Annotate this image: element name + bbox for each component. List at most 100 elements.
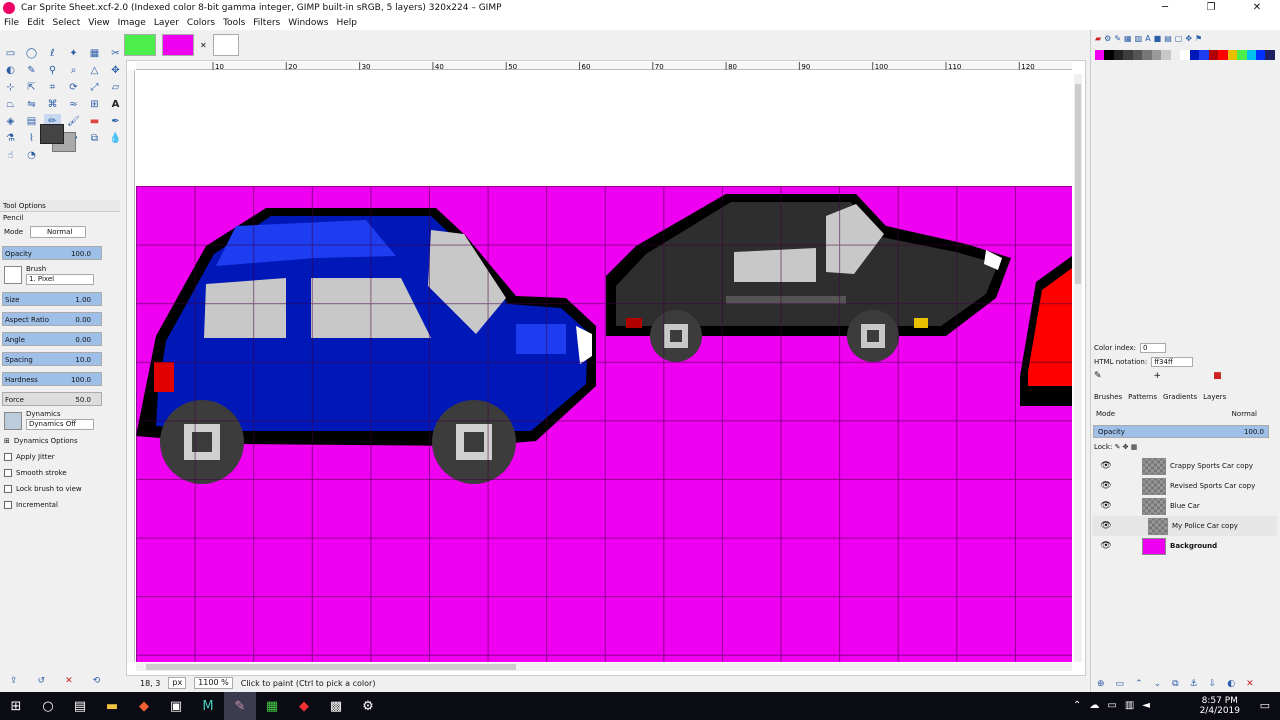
dynamics-field[interactable]: Dynamics Off xyxy=(26,419,94,430)
shear-icon[interactable]: ▱ xyxy=(107,80,124,95)
start-icon[interactable]: ⊞ xyxy=(0,692,32,720)
horizontal-ruler[interactable]: 10 20 30 40 50 60 70 80 90 100 110 120 xyxy=(136,62,1072,71)
save-options-icon[interactable]: ⇪ xyxy=(10,676,18,686)
chevron-up-icon[interactable]: ⌃ xyxy=(1073,700,1081,711)
tab-layers[interactable]: Layers xyxy=(1203,393,1226,401)
delete-layer-icon[interactable]: ✕ xyxy=(1246,679,1254,689)
dynamics-options-expander[interactable]: ⊞ Dynamics Options xyxy=(0,433,120,449)
notifications-icon[interactable]: ▭ xyxy=(1260,699,1270,712)
lock-brush-checkbox[interactable]: Lock brush to view xyxy=(0,481,120,497)
mode-select[interactable]: Normal xyxy=(30,226,86,238)
layers-mode-select[interactable]: Normal xyxy=(1232,410,1257,418)
tab-brushes[interactable]: Brushes xyxy=(1094,393,1122,401)
app2-icon[interactable]: ▩ xyxy=(320,692,352,720)
palette-tab-icon[interactable]: ▤ xyxy=(1164,34,1172,43)
file-explorer-icon[interactable]: ▬ xyxy=(96,692,128,720)
smooth-stroke-checkbox[interactable]: Smooth stroke xyxy=(0,465,120,481)
rect-select-icon[interactable]: ▭ xyxy=(2,46,19,61)
zoom-select[interactable]: 1100 % xyxy=(194,677,233,689)
duplicate-layer-icon[interactable]: ⧉ xyxy=(1172,679,1178,689)
perspective-clone-icon[interactable]: ⧉ xyxy=(86,131,103,146)
pattern-tab-icon[interactable]: ▦ xyxy=(1124,34,1132,43)
unified-transform-icon[interactable]: ⊞ xyxy=(86,97,103,112)
eye-icon[interactable]: 👁 xyxy=(1098,521,1114,531)
force-slider[interactable]: Force 50.0 xyxy=(2,392,102,406)
tab-patterns[interactable]: Patterns xyxy=(1128,393,1157,401)
ellipse-select-icon[interactable]: ◯ xyxy=(23,46,40,61)
layer-row[interactable]: 👁 Revised Sports Car copy xyxy=(1093,476,1277,496)
delete-color-icon[interactable]: ■ xyxy=(1213,371,1222,381)
new-layer-group-icon[interactable]: ▭ xyxy=(1116,679,1125,689)
lock-pixels-icon[interactable]: ✎ xyxy=(1115,443,1121,451)
image-tab-icon[interactable]: ▢ xyxy=(1175,34,1183,43)
angle-slider[interactable]: Angle 0.00 xyxy=(2,332,102,346)
color-select-icon[interactable]: ▦ xyxy=(86,46,103,61)
free-select-icon[interactable]: ℓ xyxy=(44,46,61,61)
color-picker-icon[interactable]: ⚲ xyxy=(44,63,61,78)
eye-icon[interactable]: 👁 xyxy=(1098,501,1114,511)
gimp-taskbar-icon[interactable]: ✎ xyxy=(224,692,256,720)
brush-preview[interactable] xyxy=(4,266,22,284)
unit-select[interactable]: px xyxy=(168,677,187,689)
layer-row[interactable]: 👁 My Police Car copy xyxy=(1093,516,1277,536)
close-button[interactable]: ✕ xyxy=(1234,0,1280,16)
menu-help[interactable]: Help xyxy=(332,18,361,28)
maya-icon[interactable]: M xyxy=(192,692,224,720)
incremental-checkbox[interactable]: Incremental xyxy=(0,497,120,513)
opacity-slider[interactable]: Opacity 100.0 xyxy=(2,246,102,260)
gradient-tab-icon[interactable]: ▨ xyxy=(1135,34,1143,43)
ink-icon[interactable]: ⚗ xyxy=(2,131,19,146)
size-slider[interactable]: Size 1.00 xyxy=(2,292,102,306)
volume-icon[interactable]: ◄ xyxy=(1142,700,1150,711)
image-tab-magenta[interactable] xyxy=(162,34,194,56)
new-layer-icon[interactable]: ⊕ xyxy=(1097,679,1105,689)
move-icon[interactable]: ✥ xyxy=(107,63,124,78)
navigation-tab-icon[interactable]: ✥ xyxy=(1185,34,1192,43)
airbrush-icon[interactable]: ✒ xyxy=(107,114,124,129)
menu-select[interactable]: Select xyxy=(49,18,85,28)
foreground-select-icon[interactable]: ◐ xyxy=(2,63,19,78)
app-icon[interactable]: ▣ xyxy=(160,692,192,720)
menu-edit[interactable]: Edit xyxy=(23,18,48,28)
brave-browser-icon[interactable]: ◆ xyxy=(128,692,160,720)
text-icon[interactable]: A xyxy=(107,97,124,112)
image-tab-document[interactable] xyxy=(212,34,239,56)
rotate-icon[interactable]: ⟳ xyxy=(65,80,82,95)
hardness-slider[interactable]: Hardness 100.0 xyxy=(2,372,102,386)
horizontal-scrollbar[interactable] xyxy=(136,663,1072,671)
transform-icon[interactable]: ⇱ xyxy=(23,80,40,95)
lock-alpha-icon[interactable]: ▦ xyxy=(1131,443,1138,451)
network-icon[interactable]: ▥ xyxy=(1125,700,1134,711)
brush-name-field[interactable]: 1. Pixel xyxy=(26,274,94,285)
maximize-button[interactable]: ❐ xyxy=(1188,0,1234,16)
brush-tab-icon[interactable]: ✎ xyxy=(1114,34,1121,43)
measure-icon[interactable]: △ xyxy=(86,63,103,78)
gradient-icon[interactable]: ▤ xyxy=(23,114,40,129)
menu-file[interactable]: File xyxy=(0,18,23,28)
search-icon[interactable]: ○ xyxy=(32,692,64,720)
dynamics-tab-icon[interactable]: ⚙ xyxy=(1104,34,1111,43)
bucket-fill-icon[interactable]: ◈ xyxy=(2,114,19,129)
lower-layer-icon[interactable]: ⌄ xyxy=(1154,679,1162,689)
minecraft-icon[interactable]: ▦ xyxy=(256,692,288,720)
close-icon[interactable]: ✕ xyxy=(200,41,207,50)
aspect-slider[interactable]: Aspect Ratio 0.00 xyxy=(2,312,102,326)
layer-row[interactable]: 👁 Blue Car xyxy=(1093,496,1277,516)
fg-bg-tab-icon[interactable]: ▰ xyxy=(1095,34,1101,43)
settings-icon[interactable]: ⚙ xyxy=(352,692,384,720)
delete-options-icon[interactable]: ✕ xyxy=(65,676,73,686)
menu-layer[interactable]: Layer xyxy=(150,18,183,28)
spacing-slider[interactable]: Spacing 10.0 xyxy=(2,352,102,366)
menu-colors[interactable]: Colors xyxy=(183,18,219,28)
edit-color-icon[interactable]: ✎ xyxy=(1094,371,1102,381)
align-icon[interactable]: ⊹ xyxy=(2,80,19,95)
zoom-icon[interactable]: ⌕ xyxy=(65,63,82,78)
add-color-icon[interactable]: + xyxy=(1154,371,1162,381)
eraser-icon[interactable]: ▬ xyxy=(86,114,103,129)
menu-tools[interactable]: Tools xyxy=(219,18,249,28)
cage-icon[interactable]: ⌘ xyxy=(44,97,61,112)
perspective-icon[interactable]: ⏢ xyxy=(2,97,19,112)
scroll-thumb[interactable] xyxy=(1075,84,1081,284)
layer-row[interactable]: 👁 Crappy Sports Car copy xyxy=(1093,456,1277,476)
image-tab-green[interactable] xyxy=(124,34,156,56)
